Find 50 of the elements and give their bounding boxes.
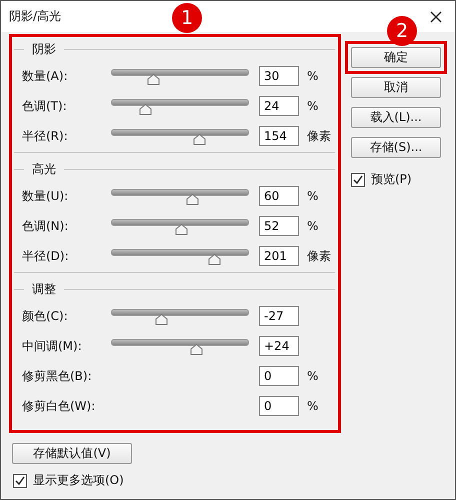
value-field[interactable]: 0 [259,366,299,386]
slider-thumb[interactable] [186,194,200,205]
value-field[interactable]: 24 [259,96,299,116]
checkbox-label: 显示更多选项(O) [33,472,124,489]
unit-label: % [307,369,318,383]
field-label: 数量(U): [21,188,70,204]
value-field[interactable]: +24 [259,336,299,356]
close-icon[interactable] [430,10,442,22]
dialog-button[interactable]: 存储(S)... [351,137,441,158]
save-defaults-button[interactable]: 存储默认值(V) [12,443,132,464]
field-label: 半径(D): [21,248,70,264]
value-field[interactable]: 0 [259,396,299,416]
unit-label: % [307,69,318,83]
window-title: 阴影/高光 [9,8,62,25]
value-field[interactable]: 154 [259,126,299,146]
unit-label: 像素 [307,248,331,264]
field-label: 颜色(C): [21,308,69,324]
slider-thumb[interactable] [208,254,221,265]
unit-label: % [307,99,318,113]
section-heading: 高光 [32,160,56,178]
slider-thumb[interactable] [138,104,152,115]
section-heading: 调整 [32,280,56,298]
unit-label: 像素 [307,128,331,144]
more-options-checkbox[interactable] [13,474,27,488]
unit-label: % [307,399,318,413]
dialog-button[interactable]: 取消 [351,77,441,98]
section-heading: 阴影 [32,40,56,58]
dialog-button[interactable]: 载入(L)... [351,107,441,128]
slider-thumb[interactable] [146,74,160,85]
value-field[interactable]: -27 [259,306,299,326]
field-label: 半径(R): [21,128,69,144]
value-field[interactable]: 60 [259,186,299,206]
value-field[interactable]: 52 [259,216,299,236]
field-label: 数量(A): [21,68,69,84]
field-label: 色调(N): [21,218,70,234]
unit-label: % [307,219,318,233]
unit-label: % [307,189,318,203]
slider-thumb[interactable] [175,224,188,235]
field-label: 修剪白色(W): [21,398,96,414]
value-field[interactable]: 30 [259,66,299,86]
field-label: 色调(T): [21,98,68,114]
checkbox-label: 预览(P) [371,171,412,188]
dialog-button[interactable]: 确定 [351,47,441,68]
value-field[interactable]: 201 [259,246,299,266]
preview-checkbox[interactable] [351,172,365,186]
field-label: 中间调(M): [21,338,83,354]
slider-thumb[interactable] [193,134,206,145]
slider-thumb[interactable] [190,344,204,355]
field-label: 修剪黑色(B): [21,368,93,384]
slider-thumb[interactable] [154,314,168,325]
